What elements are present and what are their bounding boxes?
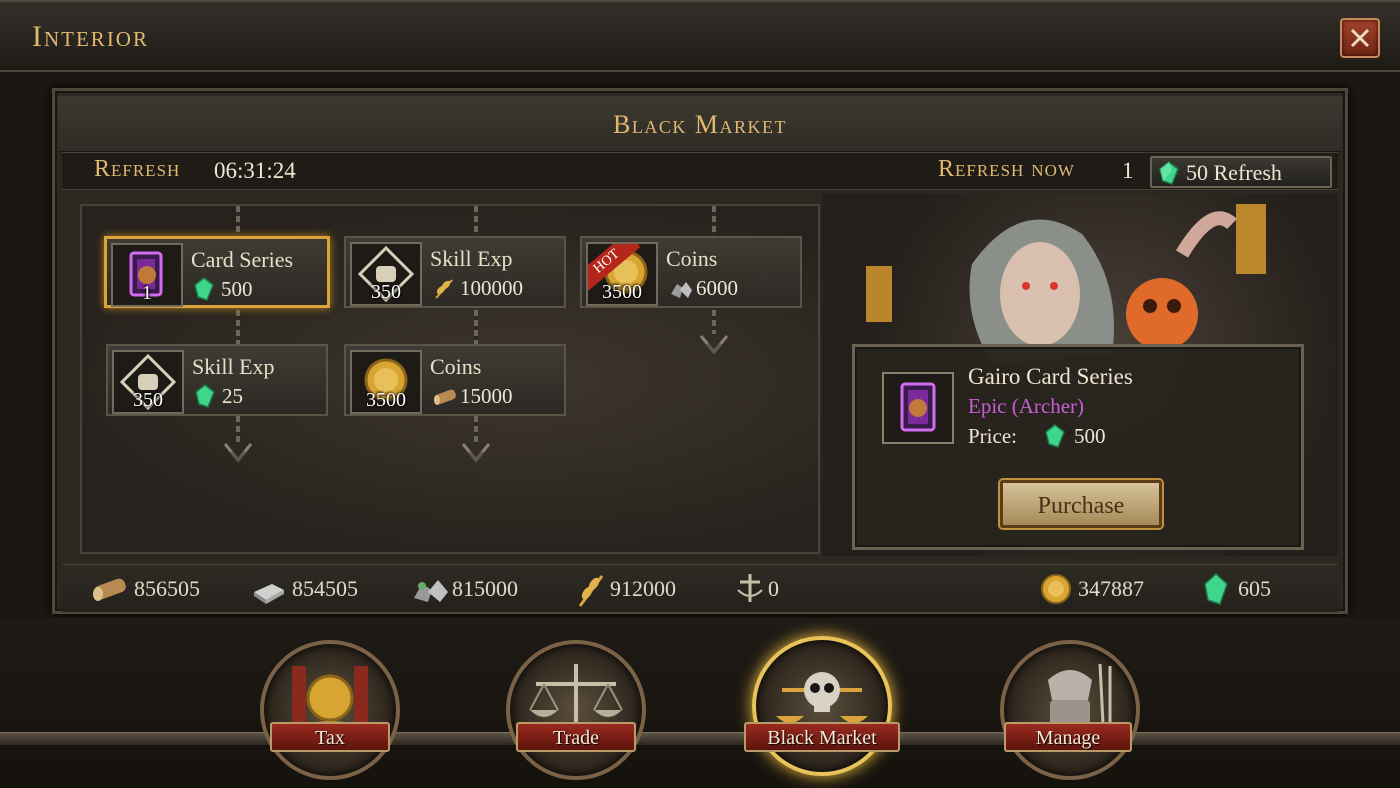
item-price: 500	[221, 277, 253, 301]
gold-amount: 347887	[1078, 576, 1144, 601]
arrow-down-icon	[699, 335, 729, 355]
detail-item-name: Gairo Card Series	[968, 364, 1133, 389]
manage-armor-icon	[1048, 663, 1112, 745]
gem-icon	[194, 277, 214, 301]
market-item-coins-hot[interactable]: HOT 3500 Coins 6000	[580, 236, 802, 308]
item-name: Coins	[666, 246, 718, 271]
iron-icon	[254, 584, 284, 604]
skill-exp-icon: 350	[112, 350, 184, 414]
market-item-skill-exp[interactable]: 350 Skill Exp 25	[106, 344, 328, 416]
detail-price-value: 500	[1074, 424, 1106, 448]
chain-connector	[712, 310, 716, 334]
wheat-amount: 912000	[610, 576, 676, 601]
item-name: Skill Exp	[192, 354, 275, 379]
item-price: 15000	[460, 384, 513, 408]
detail-rarity: Epic (Archer)	[968, 394, 1085, 418]
close-icon	[1350, 28, 1370, 48]
purchase-button[interactable]: Purchase	[1000, 480, 1162, 528]
nav-black-market-label-plate[interactable]: Black Market	[744, 722, 900, 752]
wheat-icon	[578, 575, 604, 607]
stone-icon	[414, 580, 448, 602]
refresh-now-label: Refresh now	[938, 156, 1075, 182]
item-name: Card Series	[191, 247, 294, 272]
chain-connector	[236, 206, 240, 238]
nav-tax-button[interactable]	[260, 640, 400, 780]
nav-trade-button[interactable]	[506, 640, 646, 780]
troops-amount: 0	[768, 576, 779, 601]
wood-icon	[93, 578, 126, 601]
nav-manage-button[interactable]	[1000, 640, 1140, 780]
purchase-button-label: Purchase	[1037, 493, 1125, 519]
gem-icon	[195, 384, 215, 408]
detail-price-label: Price:	[968, 424, 1017, 448]
nav-label: Manage	[1035, 727, 1101, 749]
gold-coin-icon	[1041, 574, 1071, 604]
tax-icon	[292, 666, 368, 735]
chain-connector	[236, 310, 240, 348]
skill-exp-icon: 350	[350, 242, 422, 306]
coin-icon: 3500	[350, 350, 422, 414]
trade-scales-icon	[529, 664, 623, 734]
stone-icon	[671, 282, 692, 298]
item-price: 25	[222, 384, 243, 408]
refresh-timer: 06:31:24	[214, 158, 296, 183]
nav-label: Black Market	[767, 727, 877, 749]
market-item-skill-exp[interactable]: 350 Skill Exp 100000	[344, 236, 566, 308]
window-title: Interior	[32, 20, 149, 53]
chain-connector	[474, 416, 478, 444]
nav-tax-label-plate[interactable]: Tax	[270, 722, 390, 752]
arrow-down-icon	[461, 443, 491, 463]
coin-icon: HOT 3500	[586, 242, 658, 306]
gem-icon	[1204, 572, 1228, 605]
stone-amount: 815000	[452, 576, 518, 601]
iron-amount: 854505	[292, 576, 358, 601]
chain-connector	[474, 206, 478, 238]
item-name: Coins	[430, 354, 482, 379]
nav-trade-label-plate[interactable]: Trade	[516, 722, 636, 752]
top-bar	[0, 0, 1400, 72]
chain-connector	[712, 206, 716, 238]
gems-amount: 605	[1238, 576, 1271, 601]
market-item-coins[interactable]: 3500 Coins 15000	[344, 344, 566, 416]
refresh-button[interactable]: 50 Refresh	[1150, 156, 1332, 188]
troops-sword-icon	[737, 574, 763, 602]
close-button[interactable]	[1340, 18, 1380, 58]
nav-label: Trade	[553, 727, 599, 749]
item-name: Skill Exp	[430, 246, 513, 271]
wood-amount: 856505	[134, 576, 200, 601]
item-price: 6000	[696, 276, 738, 300]
card-icon: 1	[111, 243, 183, 307]
wheat-icon	[435, 279, 453, 299]
black-market-skull-icon	[776, 672, 868, 723]
chain-connector	[236, 416, 240, 444]
refresh-button-label: 50 Refresh	[1186, 160, 1282, 185]
nav-manage-label-plate[interactable]: Manage	[1004, 722, 1132, 752]
wood-icon	[434, 389, 456, 405]
gem-icon	[1045, 424, 1065, 448]
gem-icon	[1159, 161, 1179, 185]
nav-black-market-button[interactable]	[752, 636, 892, 776]
card-icon	[882, 372, 954, 444]
market-item-card-series[interactable]: 1 Card Series 500	[104, 236, 330, 308]
item-price: 100000	[460, 276, 523, 300]
refresh-now-count: 1	[1122, 158, 1134, 183]
arrow-down-icon	[223, 443, 253, 463]
bottom-rail	[0, 732, 1400, 746]
refresh-label: Refresh	[94, 156, 181, 182]
bottom-nav	[0, 618, 1400, 788]
nav-label: Tax	[315, 727, 345, 749]
chain-connector	[474, 310, 478, 348]
panel-title: Black Market	[613, 110, 787, 139]
